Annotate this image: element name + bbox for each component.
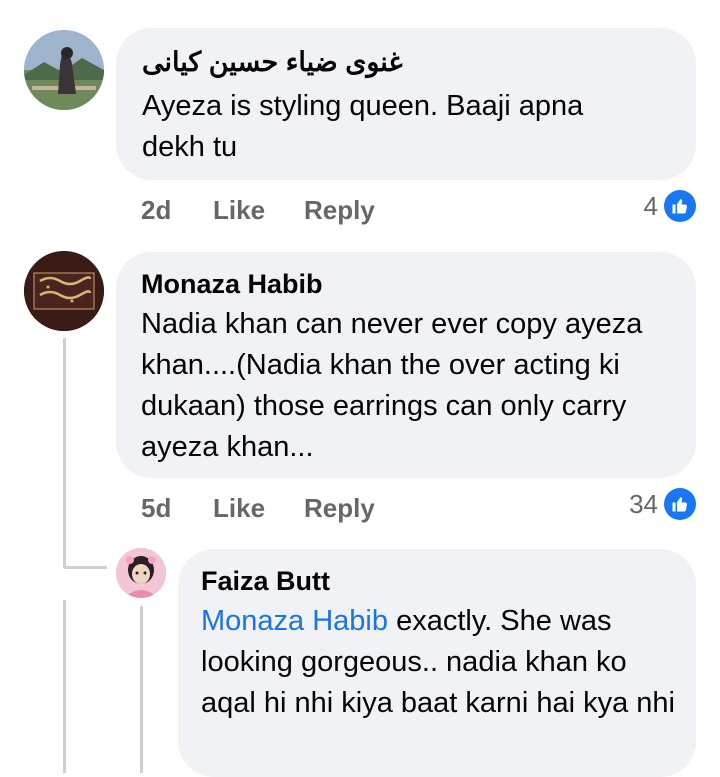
comment-time[interactable]: 2d <box>141 195 171 226</box>
comment-bubble: غنوی ضیاء حسین کیانی Ayeza is styling qu… <box>116 28 696 180</box>
reaction-count: 34 <box>629 488 658 519</box>
thread-line <box>63 338 66 568</box>
reply-author[interactable]: Faiza Butt <box>201 565 330 597</box>
comment-bubble: Monaza Habib Nadia khan can never ever c… <box>116 252 696 478</box>
reaction-summary[interactable]: 34 <box>629 488 696 520</box>
thread-connector <box>63 566 107 569</box>
comment-text: Ayeza is styling queen. Baaji apna dekh … <box>142 90 584 163</box>
comment-text: Nadia khan can never ever copy ayeza kha… <box>141 308 643 463</box>
avatar[interactable] <box>24 251 104 331</box>
avatar[interactable] <box>116 548 166 598</box>
reply-thread-line <box>140 606 143 773</box>
like-button[interactable]: Like <box>213 195 265 226</box>
reply-button[interactable]: Reply <box>304 493 375 524</box>
like-button[interactable]: Like <box>213 493 265 524</box>
reply-text: Monaza Habib exactly. She was looking go… <box>201 601 681 724</box>
comment-time[interactable]: 5d <box>141 493 171 524</box>
reaction-count: 4 <box>643 190 658 221</box>
thumbs-up-icon <box>664 488 696 520</box>
left-thread-line <box>63 600 66 773</box>
reply-bubble: Faiza Butt Monaza Habib exactly. She was… <box>178 549 696 777</box>
thumbs-up-icon <box>664 190 696 222</box>
reaction-summary[interactable]: 4 <box>644 190 696 222</box>
comment-author[interactable]: Monaza Habib <box>141 268 323 300</box>
avatar[interactable] <box>24 30 104 110</box>
comment-author[interactable]: غنوی ضیاء حسین کیانی <box>142 46 403 78</box>
mention-link[interactable]: Monaza Habib <box>201 605 388 637</box>
reply-button[interactable]: Reply <box>304 195 375 226</box>
